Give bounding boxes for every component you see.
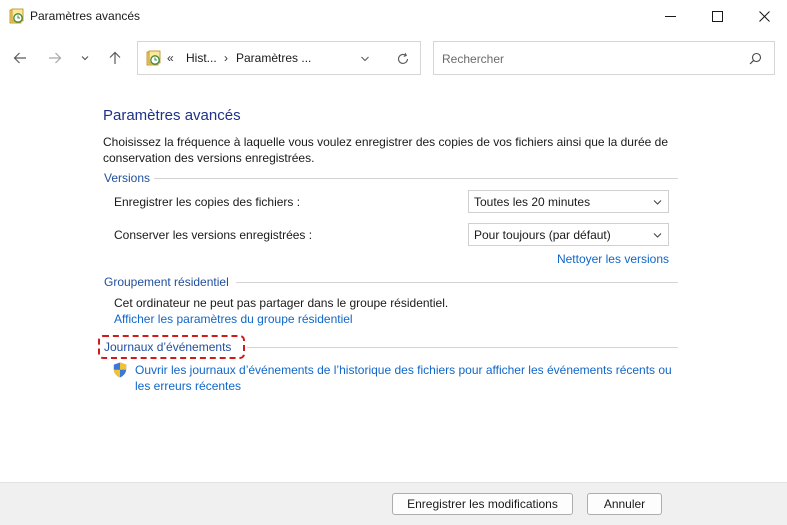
section-divider [247, 347, 678, 348]
back-button[interactable] [12, 50, 28, 66]
page-description: Choisissez la fréquence à laquelle vous … [103, 135, 668, 165]
minimize-button[interactable] [647, 0, 693, 32]
search-input[interactable] [442, 50, 732, 67]
close-button[interactable] [741, 0, 787, 32]
chevron-down-icon [653, 200, 662, 205]
shield-icon [113, 362, 127, 378]
address-bar[interactable]: « Hist... › Paramètres ... [137, 41, 421, 75]
title-bar: Paramètres avancés [0, 0, 787, 32]
recent-locations-button[interactable] [79, 50, 91, 66]
section-heading-homegroup: Groupement résidentiel [104, 275, 229, 289]
highlight-annotation [98, 335, 245, 359]
breadcrumb-item-advanced-settings[interactable]: Paramètres ... [236, 51, 311, 65]
open-event-logs-link[interactable]: Ouvrir les journaux d’événements de l’hi… [135, 362, 680, 394]
main-content: Paramètres avancés Choisissez la fréquen… [0, 82, 787, 482]
file-history-icon [9, 8, 24, 24]
page-title: Paramètres avancés [103, 107, 241, 124]
homegroup-settings-link[interactable]: Afficher les paramètres du groupe réside… [114, 312, 353, 326]
search-icon[interactable] [749, 52, 762, 65]
up-button[interactable] [107, 50, 123, 66]
arrow-right-icon [49, 52, 62, 64]
navigation-bar: « Hist... › Paramètres ... [0, 32, 787, 82]
chevron-down-icon [81, 56, 89, 61]
forward-button[interactable] [47, 50, 63, 66]
chevron-down-icon [653, 233, 662, 238]
maximize-icon [711, 10, 723, 22]
arrow-left-icon [13, 52, 26, 64]
search-box[interactable] [433, 41, 775, 75]
close-icon [758, 10, 770, 22]
save-copies-label: Enregistrer les copies des fichiers : [114, 195, 301, 209]
section-divider [236, 282, 678, 283]
cancel-button[interactable]: Annuler [587, 493, 662, 515]
file-history-icon [146, 50, 161, 66]
save-copies-dropdown[interactable]: Toutes les 20 minutes [468, 190, 669, 213]
keep-versions-label: Conserver les versions enregistrées : [114, 228, 313, 242]
homegroup-status-text: Cet ordinateur ne peut pas partager dans… [114, 296, 449, 310]
breadcrumb-separator[interactable]: › [224, 51, 228, 65]
minimize-icon [664, 15, 676, 17]
arrow-up-icon [109, 51, 121, 64]
breadcrumb-item-history[interactable]: Hist... [186, 51, 217, 65]
section-divider [154, 178, 678, 179]
breadcrumb-overflow[interactable]: « [167, 51, 174, 65]
save-changes-button[interactable]: Enregistrer les modifications [392, 493, 573, 515]
chevron-down-icon[interactable] [360, 54, 370, 64]
section-heading-versions: Versions [104, 171, 151, 185]
window-title: Paramètres avancés [30, 9, 141, 23]
save-copies-value: Toutes les 20 minutes [474, 195, 591, 209]
keep-versions-dropdown[interactable]: Pour toujours (par défaut) [468, 223, 669, 246]
keep-versions-value: Pour toujours (par défaut) [474, 228, 611, 242]
footer-bar: Enregistrer les modifications Annuler [0, 482, 787, 525]
refresh-icon[interactable] [396, 52, 410, 66]
cleanup-versions-link[interactable]: Nettoyer les versions [557, 252, 669, 266]
maximize-button[interactable] [694, 0, 740, 32]
